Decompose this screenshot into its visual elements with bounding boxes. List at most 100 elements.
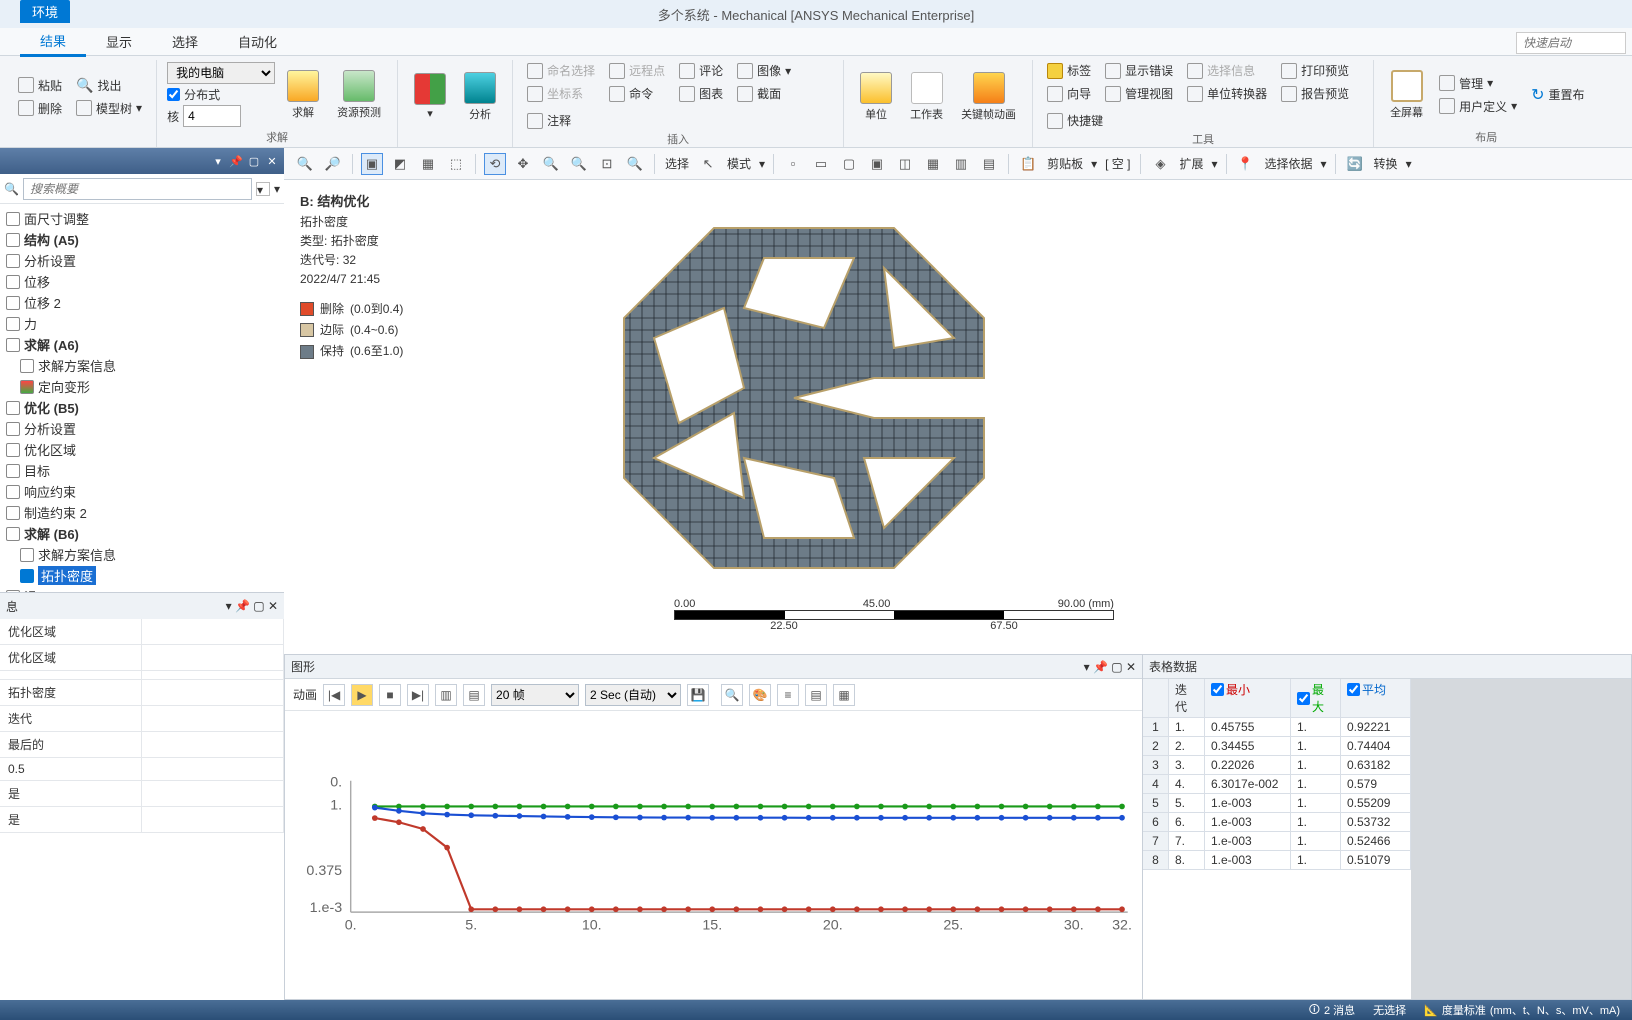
anim-export-button[interactable]: 💾 <box>687 684 709 706</box>
print-preview-button[interactable]: 打印预览 <box>1277 60 1353 81</box>
panel-undock-icon[interactable]: ▢ <box>246 153 262 169</box>
tree-node[interactable]: 制造约束 2 <box>2 502 282 523</box>
tb-pick-face-icon[interactable]: ▢ <box>838 153 860 175</box>
panel-dropdown-icon[interactable]: ▾ <box>210 153 226 169</box>
tb-cursor-icon[interactable]: ↖ <box>697 153 719 175</box>
manage-layout-button[interactable]: 管理▾ <box>1435 73 1521 94</box>
chart-legend-button[interactable]: ≡ <box>777 684 799 706</box>
anim-play-button[interactable]: ▶ <box>351 684 373 706</box>
graph-pin-icon[interactable]: 📌 <box>1093 660 1108 674</box>
section-button[interactable]: 截面 <box>733 83 795 104</box>
status-units[interactable]: 📐 度量标准 (mm、t、N、s、mV、mA) <box>1424 1002 1620 1018</box>
table-row[interactable]: 77.1.e-0031.0.52466 <box>1143 832 1411 851</box>
tree-node[interactable]: 求解 (B6) <box>2 523 282 544</box>
wizard-button[interactable]: 向导 <box>1043 83 1095 104</box>
details-undock-icon[interactable]: ▢ <box>253 599 264 613</box>
keyframe-button[interactable]: 关键帧动画 <box>955 70 1022 124</box>
report-preview-button[interactable]: 报告预览 <box>1277 83 1353 104</box>
tree-node[interactable]: 定向变形 <box>2 376 282 397</box>
chart-zoom-button[interactable]: 🔍 <box>721 684 743 706</box>
tb-rotate-icon[interactable]: ⟲ <box>484 153 506 175</box>
chart-grid1-button[interactable]: ▤ <box>805 684 827 706</box>
named-selection-button[interactable]: 命名选择 <box>523 60 599 81</box>
tb-cube-icon[interactable]: ▣ <box>361 153 383 175</box>
tb-pick-8-icon[interactable]: ▤ <box>978 153 1000 175</box>
outline-search-input[interactable] <box>23 178 252 200</box>
details-dropdown-icon[interactable]: ▾ <box>226 599 232 613</box>
environment-tab[interactable]: 环境 <box>20 0 70 23</box>
chart-grid2-button[interactable]: ▦ <box>833 684 855 706</box>
tree-node[interactable]: 优化 (B5) <box>2 397 282 418</box>
table-row[interactable]: 33.0.220261.0.63182 <box>1143 756 1411 775</box>
tb-clip-icon[interactable]: 📋 <box>1017 153 1039 175</box>
tree-node[interactable]: 分析设置 <box>2 250 282 271</box>
status-messages[interactable]: 🛈 2 消息 <box>1309 1001 1355 1020</box>
tag-button[interactable]: 标签 <box>1043 60 1095 81</box>
outline-tree[interactable]: 面尺寸调整结构 (A5)分析设置位移位移 2力求解 (A6)求解方案信息定向变形… <box>0 204 284 592</box>
frames-select[interactable]: 20 帧 <box>491 684 579 706</box>
tb-selby-icon[interactable]: 📍 <box>1235 153 1257 175</box>
tb-fit-icon[interactable]: ⊡ <box>596 153 618 175</box>
tb-pan-icon[interactable]: ✥ <box>512 153 534 175</box>
tb-wire-icon[interactable]: ▦ <box>417 153 439 175</box>
selection-info-button[interactable]: 选择信息 <box>1183 60 1271 81</box>
tree-node[interactable]: 求解方案信息 <box>2 355 282 376</box>
tb-pick-elem-icon[interactable]: ▦ <box>922 153 944 175</box>
graph-close-icon[interactable]: ✕ <box>1126 660 1136 674</box>
tree-node[interactable]: 分析设置 <box>2 418 282 439</box>
unit-converter-button[interactable]: 单位转换器 <box>1183 83 1271 104</box>
panel-close-icon[interactable]: ✕ <box>264 153 280 169</box>
anim-first-button[interactable]: |◀ <box>323 684 345 706</box>
command-button[interactable]: 命令 <box>605 83 669 104</box>
tree-node[interactable]: 求解 (A6) <box>2 334 282 355</box>
paste-button[interactable]: 粘贴 <box>14 75 66 96</box>
coord-system-button[interactable]: 坐标系 <box>523 83 599 104</box>
tb-zoom-out-icon[interactable]: 🔎 <box>322 153 344 175</box>
reset-layout-button[interactable]: ↻重置布 <box>1527 83 1588 107</box>
details-row[interactable]: 是 <box>0 807 284 833</box>
details-row[interactable]: 迭代 <box>0 706 284 732</box>
compute-target-select[interactable]: 我的电脑 <box>167 62 275 84</box>
worksheet-button[interactable]: 工作表 <box>904 70 949 124</box>
details-close-icon[interactable]: ✕ <box>268 599 278 613</box>
details-pin-icon[interactable]: 📌 <box>235 599 250 613</box>
time-select[interactable]: 2 Sec (自动) <box>585 684 681 706</box>
fullscreen-button[interactable]: 全屏幕 <box>1384 68 1429 122</box>
tab-result[interactable]: 结果 <box>20 27 86 57</box>
tb-pick-node-icon[interactable]: ◫ <box>894 153 916 175</box>
tb-convert-icon[interactable]: 🔄 <box>1344 153 1366 175</box>
tree-node[interactable]: 结构 (A5) <box>2 229 282 250</box>
tab-automation[interactable]: 自动化 <box>218 28 297 55</box>
hotkey-button[interactable]: 快捷键 <box>1043 110 1107 131</box>
details-row[interactable]: 是 <box>0 781 284 807</box>
tree-node[interactable]: 位移 <box>2 271 282 292</box>
resource-predict-button[interactable]: 资源预测 <box>331 68 387 122</box>
manage-views-button[interactable]: 管理视图 <box>1101 83 1177 104</box>
show-errors-button[interactable]: 显示错误 <box>1101 60 1177 81</box>
comment-button[interactable]: 评论 <box>675 60 727 81</box>
tb-pick-vert-icon[interactable]: ▫ <box>782 153 804 175</box>
outline-search-dropdown[interactable]: ▾ <box>256 182 270 196</box>
table-row[interactable]: 66.1.e-0031.0.53732 <box>1143 813 1411 832</box>
chart-button[interactable]: 图表 <box>675 83 727 104</box>
table-row[interactable]: 22.0.344551.0.74404 <box>1143 737 1411 756</box>
tree-node[interactable]: 面尺寸调整 <box>2 208 282 229</box>
anim-last-button[interactable]: ▶| <box>407 684 429 706</box>
anim-stop-button[interactable]: ■ <box>379 684 401 706</box>
graph-dropdown-icon[interactable]: ▾ <box>1084 660 1090 674</box>
units-button[interactable]: 单位 <box>854 70 898 124</box>
table-row[interactable]: 44.6.3017e-0021.0.579 <box>1143 775 1411 794</box>
details-row[interactable]: 优化区域 <box>0 645 284 671</box>
panel-pin-icon[interactable]: 📌 <box>228 153 244 169</box>
details-row[interactable]: 最后的 <box>0 732 284 758</box>
tree-node[interactable]: 位移 2 <box>2 292 282 313</box>
tree-node[interactable]: 优化区域 <box>2 439 282 460</box>
image-button[interactable]: 图像▾ <box>733 60 795 81</box>
tb-shade-icon[interactable]: ◩ <box>389 153 411 175</box>
tb-pick-body-icon[interactable]: ▣ <box>866 153 888 175</box>
details-row[interactable]: 0.5 <box>0 758 284 781</box>
solve-button[interactable]: 求解 <box>281 68 325 122</box>
graph-undock-icon[interactable]: ▢ <box>1111 660 1122 674</box>
remote-point-button[interactable]: 远程点 <box>605 60 669 81</box>
tb-zoom2-icon[interactable]: 🔍 <box>568 153 590 175</box>
